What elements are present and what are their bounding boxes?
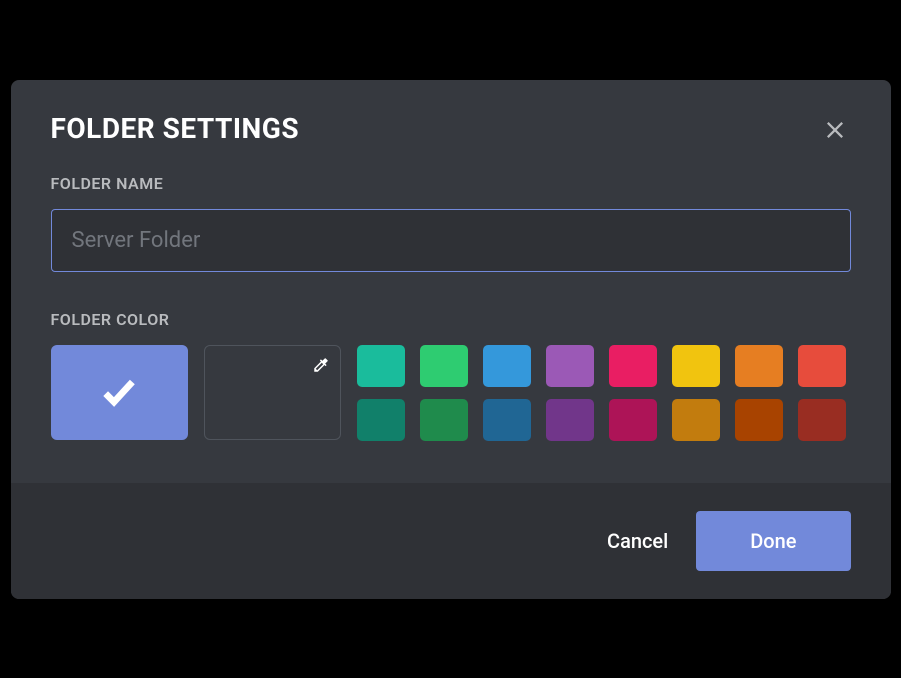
color-swatch-5[interactable]	[672, 345, 720, 387]
color-swatch-13[interactable]	[672, 399, 720, 441]
color-grid	[357, 345, 846, 441]
color-picker-row	[51, 345, 851, 441]
color-swatch-9[interactable]	[420, 399, 468, 441]
modal-title: FOLDER SETTINGS	[51, 112, 300, 145]
close-icon	[823, 118, 847, 142]
eyedropper-icon	[312, 356, 330, 374]
color-swatch-14[interactable]	[735, 399, 783, 441]
color-swatch-7[interactable]	[798, 345, 846, 387]
done-button[interactable]: Done	[696, 511, 850, 571]
color-swatch-1[interactable]	[420, 345, 468, 387]
color-swatch-0[interactable]	[357, 345, 405, 387]
default-color-swatch[interactable]	[51, 345, 188, 440]
folder-settings-modal: FOLDER SETTINGS FOLDER NAME FOLDER COLOR	[11, 80, 891, 599]
modal-footer: Cancel Done	[11, 483, 891, 599]
close-button[interactable]	[819, 114, 851, 146]
checkmark-icon	[99, 372, 139, 412]
color-swatch-4[interactable]	[609, 345, 657, 387]
color-swatch-8[interactable]	[357, 399, 405, 441]
color-swatch-15[interactable]	[798, 399, 846, 441]
folder-color-label: FOLDER COLOR	[51, 310, 851, 329]
color-swatch-11[interactable]	[546, 399, 594, 441]
cancel-button[interactable]: Cancel	[607, 529, 668, 553]
color-swatch-2[interactable]	[483, 345, 531, 387]
folder-name-label: FOLDER NAME	[51, 174, 851, 193]
modal-body: FOLDER NAME FOLDER COLOR	[11, 146, 891, 483]
color-swatch-3[interactable]	[546, 345, 594, 387]
color-swatch-10[interactable]	[483, 399, 531, 441]
custom-color-swatch[interactable]	[204, 345, 341, 440]
color-swatch-6[interactable]	[735, 345, 783, 387]
modal-header: FOLDER SETTINGS	[11, 80, 891, 146]
folder-name-input[interactable]	[51, 209, 851, 272]
color-swatch-12[interactable]	[609, 399, 657, 441]
